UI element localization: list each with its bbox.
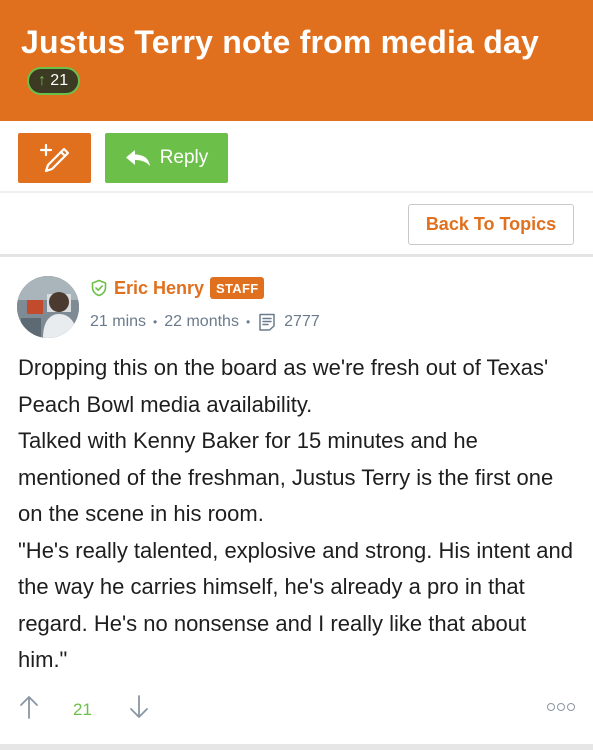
post-age: 22 months: [164, 313, 239, 330]
shield-check-icon: [91, 279, 107, 297]
reply-arrow-icon: [125, 150, 150, 166]
post-body: Dropping this on the board as we're fres…: [18, 350, 578, 679]
post-meta: 21 mins • 22 months • 2777: [90, 312, 320, 332]
avatar[interactable]: [17, 276, 79, 338]
author-row: Eric Henry STAFF: [90, 277, 265, 299]
topic-toolbar: Reply Back To Topics: [0, 121, 593, 257]
meta-separator: •: [245, 315, 251, 329]
toolbar-divider: [0, 191, 593, 193]
meta-separator: •: [153, 315, 158, 329]
post-paragraph: Talked with Kenny Baker for 15 minutes a…: [18, 428, 554, 526]
post-paragraph: Dropping this on the board as we're fres…: [18, 355, 549, 417]
topic-vote-badge[interactable]: ↑ 21: [27, 66, 81, 95]
staff-badge: STAFF: [210, 277, 265, 299]
new-post-button[interactable]: [18, 133, 91, 183]
view-count: 2777: [284, 313, 320, 330]
post-time: 21 mins: [90, 313, 147, 330]
avatar-photo: [17, 276, 79, 338]
more-dots-icon[interactable]: [547, 703, 575, 711]
arrow-up-icon[interactable]: [18, 694, 40, 720]
reply-label: Reply: [159, 147, 209, 168]
arrow-up-icon: ↑: [38, 71, 47, 89]
topic-header: Justus Terry note from media day ↑ 21: [0, 0, 593, 121]
post-separator: [0, 744, 593, 750]
document-lines-icon: [259, 313, 275, 331]
back-to-topics-button[interactable]: Back To Topics: [408, 204, 574, 245]
reply-button[interactable]: Reply: [105, 133, 228, 183]
arrow-down-icon[interactable]: [128, 694, 150, 720]
post-paragraph: "He's really talented, explosive and str…: [18, 537, 573, 673]
pencil-plus-icon: [39, 143, 69, 173]
post-vote-count: 21: [73, 700, 92, 719]
topic-vote-count: 21: [50, 71, 69, 89]
post: Eric Henry STAFF 21 mins • 22 months • 2…: [0, 257, 593, 750]
post-footer: 21: [0, 690, 593, 730]
author-name[interactable]: Eric Henry: [114, 278, 204, 299]
topic-title-block: Justus Terry note from media day ↑ 21: [21, 22, 573, 102]
topic-title: Justus Terry note from media day: [21, 24, 539, 60]
